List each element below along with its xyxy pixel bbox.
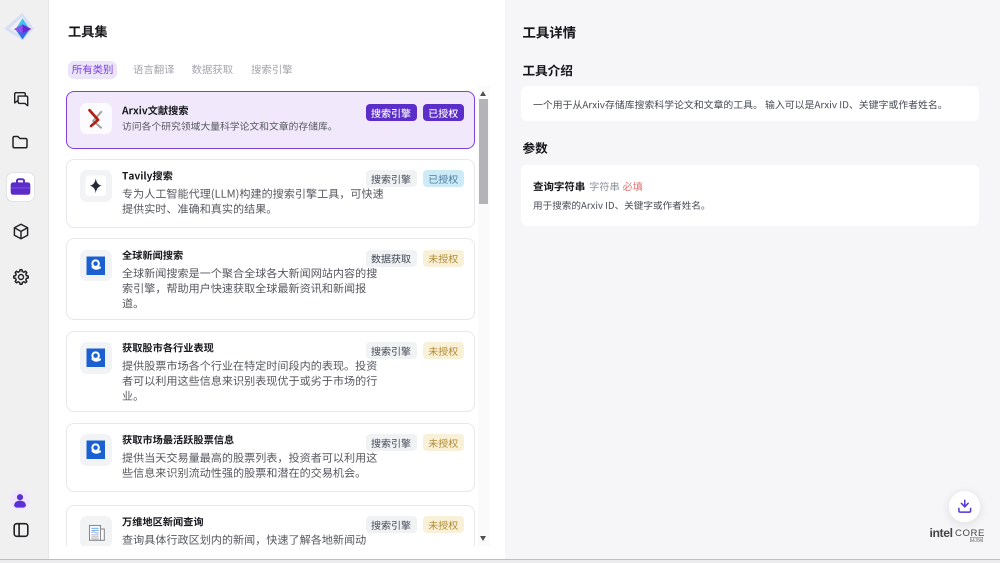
svg-text:ULTRA: ULTRA xyxy=(971,538,983,542)
